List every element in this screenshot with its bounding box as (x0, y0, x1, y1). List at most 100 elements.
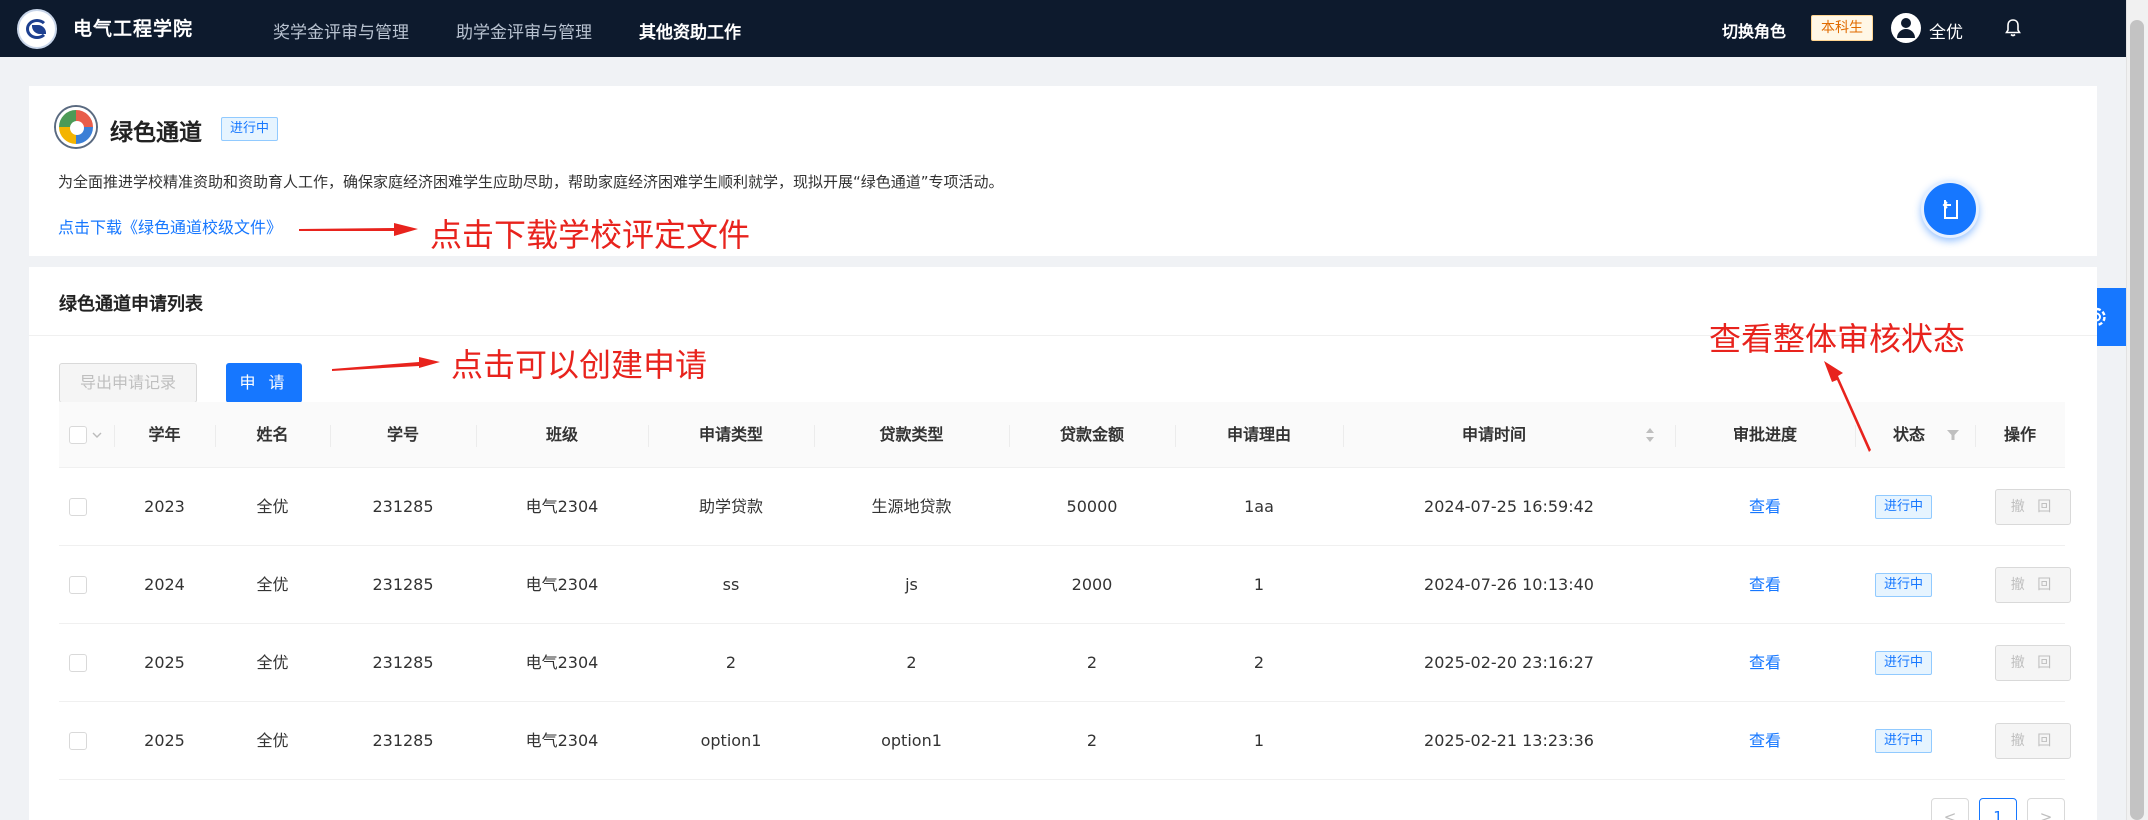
cell-loan-type: js (905, 575, 918, 594)
col-student-id: 学号 (386, 425, 419, 444)
export-records-button[interactable]: 导出申请记录 (59, 363, 197, 403)
cell-class: 电气2304 (525, 497, 599, 516)
top-navbar: 电气工程学院 奖学金评审与管理 助学金评审与管理 其他资助工作 切换角色 本科生… (0, 0, 2126, 57)
status-badge: 进行中 (221, 117, 279, 141)
return-icon (1942, 200, 1958, 219)
cell-loan-amount: 2000 (1071, 575, 1113, 594)
cell-loan-amount: 2 (1086, 653, 1098, 672)
role-badge: 本科生 (1811, 15, 1873, 41)
col-loan-type: 贷款类型 (879, 425, 944, 444)
cell-year: 2025 (144, 653, 185, 672)
green-channel-icon (56, 107, 96, 147)
download-file-link[interactable]: 点击下载《绿色通道校级文件》 (58, 214, 282, 238)
col-apply-time[interactable]: 申请时间 (1343, 402, 1645, 468)
table-row: 2025 全优 231285 电气2304 2 2 2 2 2025-02-20… (59, 624, 2071, 702)
table-row: 2025 全优 231285 电气2304 option1 option1 2 … (59, 702, 2071, 780)
program-info-card: 绿色通道 进行中 为全面推进学校精准资助和资助育人工作，确保家庭经济困难学生应助… (29, 86, 2097, 256)
col-loan-amount: 贷款金额 (1059, 425, 1124, 444)
status-badge: 进行中 (1875, 573, 1933, 597)
cell-name: 全优 (256, 731, 289, 750)
col-progress: 审批进度 (1732, 425, 1797, 444)
cell-apply-time: 2025-02-21 13:23:36 (1424, 731, 1594, 750)
cell-year: 2023 (144, 497, 185, 516)
col-action: 操作 (2003, 425, 2036, 444)
cell-name: 全优 (256, 497, 289, 516)
school-logo[interactable] (17, 9, 57, 49)
view-progress-link[interactable]: 查看 (1675, 702, 1855, 780)
cell-loan-type: 2 (906, 653, 917, 672)
page-number-button[interactable]: 1 (1979, 798, 2017, 820)
brand-name: 电气工程学院 (73, 18, 194, 40)
status-badge: 进行中 (1875, 729, 1933, 753)
cell-reason: 1 (1253, 575, 1265, 594)
apply-button[interactable]: 申 请 (226, 363, 302, 403)
annotation-apply: 点击可以创建申请 (451, 346, 708, 384)
status-badge: 进行中 (1875, 651, 1933, 675)
col-year: 学年 (148, 425, 181, 444)
row-checkbox[interactable] (69, 654, 87, 672)
cell-reason: 1aa (1244, 497, 1274, 516)
revoke-button[interactable]: 撤 回 (1995, 489, 2071, 525)
cell-apply-type: option1 (700, 731, 762, 750)
cell-year: 2024 (144, 575, 185, 594)
annotation-status: 查看整体审核状态 (1709, 320, 1966, 358)
scrollbar-thumb[interactable] (2130, 20, 2144, 820)
list-title: 绿色通道申请列表 (59, 294, 203, 315)
bell-icon[interactable] (2004, 18, 2022, 38)
cell-student-id: 231285 (372, 497, 434, 516)
cell-apply-time: 2024-07-25 16:59:42 (1424, 497, 1594, 516)
revoke-button[interactable]: 撤 回 (1995, 723, 2071, 759)
user-name[interactable]: 全优 (1929, 18, 1963, 43)
cell-apply-type: 助学贷款 (698, 497, 763, 516)
table-header: 学年 姓名 学号 班级 申请类型 贷款类型 贷款金额 申请理由 申请时间 审批进… (59, 402, 2065, 468)
row-checkbox[interactable] (69, 576, 87, 594)
row-checkbox[interactable] (69, 732, 87, 750)
select-all-checkbox[interactable] (69, 426, 87, 444)
sort-icon[interactable] (1644, 426, 1656, 444)
row-checkbox[interactable] (69, 498, 87, 516)
cell-name: 全优 (256, 575, 289, 594)
avatar[interactable] (1891, 13, 1921, 43)
revoke-button[interactable]: 撤 回 (1995, 567, 2071, 603)
revoke-button[interactable]: 撤 回 (1995, 645, 2071, 681)
chevron-down-icon[interactable] (92, 431, 102, 439)
annotation-download: 点击下载学校评定文件 (430, 216, 751, 254)
cell-apply-time: 2025-02-20 23:16:27 (1424, 653, 1594, 672)
cell-apply-type: 2 (725, 653, 737, 672)
cell-loan-amount: 50000 (1066, 497, 1118, 516)
cell-year: 2025 (144, 731, 185, 750)
cell-reason: 1 (1253, 731, 1265, 750)
cell-class: 电气2304 (525, 653, 599, 672)
prev-page-button[interactable]: < (1931, 798, 1969, 820)
view-progress-link[interactable]: 查看 (1675, 468, 1855, 546)
filter-icon[interactable] (1946, 428, 1960, 442)
nav-scholarship[interactable]: 奖学金评审与管理 (273, 18, 409, 43)
col-apply-type: 申请类型 (698, 425, 763, 444)
cell-loan-type: option1 (881, 731, 942, 750)
cell-student-id: 231285 (372, 731, 434, 750)
cell-name: 全优 (256, 653, 289, 672)
cell-class: 电气2304 (525, 575, 599, 594)
program-description: 为全面推进学校精准资助和资助育人工作，确保家庭经济困难学生应助尽助，帮助家庭经济… (58, 173, 1004, 191)
next-page-button[interactable]: > (2027, 798, 2065, 820)
cell-student-id: 231285 (372, 575, 434, 594)
nav-other-aid[interactable]: 其他资助工作 (639, 18, 741, 43)
cell-apply-time: 2024-07-26 10:13:40 (1424, 575, 1594, 594)
nav-grant[interactable]: 助学金评审与管理 (456, 18, 592, 43)
switch-role-button[interactable]: 切换角色 (1722, 18, 1786, 42)
view-progress-link[interactable]: 查看 (1675, 546, 1855, 624)
col-name: 姓名 (256, 425, 289, 444)
table-row: 2023 全优 231285 电气2304 助学贷款 生源地贷款 50000 1… (59, 468, 2071, 546)
cell-reason: 2 (1253, 653, 1265, 672)
back-button[interactable] (1921, 180, 1979, 238)
table-row: 2024 全优 231285 电气2304 ss js 2000 1 2024-… (59, 546, 2071, 624)
status-badge: 进行中 (1875, 495, 1933, 519)
col-reason: 申请理由 (1226, 425, 1291, 444)
page-title: 绿色通道 (110, 120, 202, 146)
cell-student-id: 231285 (372, 653, 434, 672)
col-class: 班级 (545, 425, 578, 444)
cell-loan-type: 生源地贷款 (871, 497, 952, 516)
cell-apply-type: ss (722, 575, 740, 594)
view-progress-link[interactable]: 查看 (1675, 624, 1855, 702)
cell-loan-amount: 2 (1086, 731, 1098, 750)
